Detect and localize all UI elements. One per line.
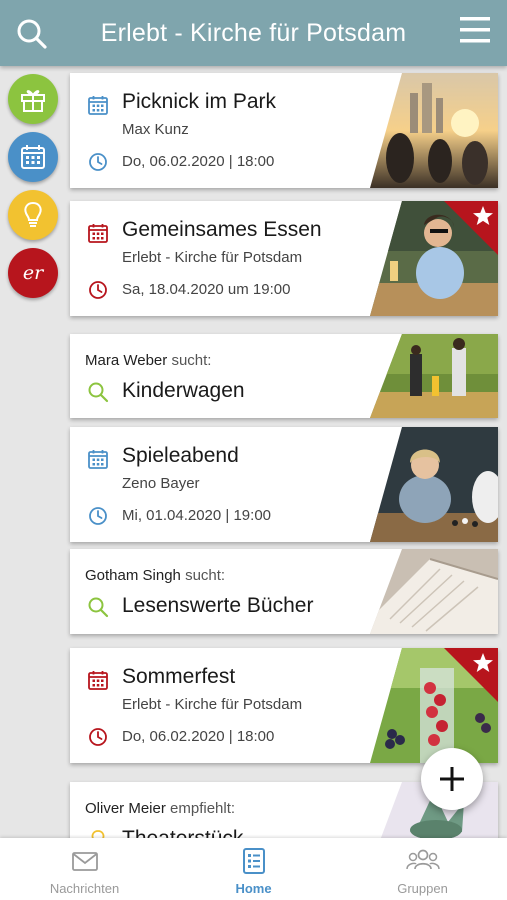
event-organizer: Erlebt - Kirche für Potsdam <box>122 696 303 713</box>
event-date: Sa, 18.04.2020 um 19:00 <box>122 281 291 298</box>
search-card[interactable]: Gotham Singh sucht: Lesenswerte Bücher <box>70 549 498 634</box>
park-family-photo <box>370 334 498 418</box>
filter-ideas-button[interactable] <box>8 190 58 240</box>
tab-label: Nachrichten <box>49 881 120 896</box>
event-card[interactable]: Spieleabend Zeno Bayer Mi, 01.04.2020 | … <box>70 427 498 542</box>
event-date: Do, 06.02.2020 | 18:00 <box>122 728 275 745</box>
star-icon <box>473 653 493 672</box>
author-name: Gotham Singh <box>85 567 181 584</box>
event-title: Gemeinsames Essen <box>122 218 322 241</box>
clock-icon <box>89 507 107 525</box>
clock-icon <box>89 153 107 171</box>
app-title: Erlebt - Kirche für Potsdam <box>100 18 407 47</box>
event-organizer: Erlebt - Kirche für Potsdam <box>122 249 303 266</box>
calendar-icon <box>88 224 108 243</box>
event-date: Do, 06.02.2020 | 18:00 <box>122 153 275 170</box>
tab-home[interactable]: Home <box>169 838 338 900</box>
calendar-icon <box>88 671 108 690</box>
er-logo-icon: er <box>23 262 45 284</box>
event-card[interactable]: Sommerfest Erlebt - Kirche für Potsdam D… <box>70 648 498 763</box>
tab-label: Home <box>235 881 272 896</box>
filter-church-button[interactable]: er <box>8 248 58 298</box>
author-name: Mara Weber <box>85 352 168 369</box>
author-verb: sucht: <box>171 352 212 369</box>
search-title: Lesenswerte Bücher <box>122 594 314 617</box>
author-name: Oliver Meier <box>85 800 166 817</box>
event-title: Sommerfest <box>122 665 236 688</box>
clock-icon <box>89 728 107 746</box>
search-author-line: Gotham Singh sucht: <box>85 567 225 584</box>
event-organizer: Zeno Bayer <box>122 475 200 492</box>
search-author-line: Mara Weber sucht: <box>85 352 211 369</box>
svg-text:er: er <box>23 262 45 284</box>
filter-events-button[interactable] <box>8 132 58 182</box>
search-icon <box>88 597 109 618</box>
mail-icon <box>71 852 98 871</box>
star-icon <box>473 206 493 225</box>
clock-icon <box>89 281 107 299</box>
calendar-icon <box>21 145 45 169</box>
author-verb: sucht: <box>185 567 226 584</box>
author-verb: empfiehlt: <box>170 800 236 817</box>
search-icon[interactable] <box>16 18 48 50</box>
event-title: Spieleabend <box>122 444 239 467</box>
tab-nachrichten[interactable]: Nachrichten <box>0 838 169 900</box>
tab-gruppen[interactable]: Gruppen <box>338 838 507 900</box>
tab-label: Gruppen <box>397 881 448 896</box>
event-card[interactable]: Picknick im Park Max Kunz Do, 06.02.2020… <box>70 73 498 188</box>
bottom-navigation: Nachrichten Home Gruppen <box>0 838 507 900</box>
lightbulb-icon <box>24 201 42 227</box>
event-card[interactable]: Gemeinsames Essen Erlebt - Kirche für Po… <box>70 201 498 316</box>
search-title: Kinderwagen <box>122 379 245 402</box>
search-card[interactable]: Mara Weber sucht: Kinderwagen <box>70 334 498 418</box>
app-header: Erlebt - Kirche für Potsdam <box>0 0 507 66</box>
home-list-icon <box>242 848 265 874</box>
search-icon <box>88 382 109 403</box>
picnic-photo <box>370 73 498 188</box>
calendar-icon <box>88 450 108 469</box>
game-night-photo <box>370 427 498 542</box>
event-title: Picknick im Park <box>122 90 277 113</box>
calendar-icon <box>88 96 108 115</box>
recommend-author-line: Oliver Meier empfiehlt: <box>85 800 235 817</box>
hamburger-menu-icon[interactable] <box>459 15 491 45</box>
gift-icon <box>21 90 45 112</box>
group-icon <box>405 849 440 870</box>
event-date: Mi, 01.04.2020 | 19:00 <box>122 507 272 524</box>
event-organizer: Max Kunz <box>122 121 189 138</box>
filter-gifts-button[interactable] <box>8 74 58 124</box>
book-photo <box>370 549 498 634</box>
add-button[interactable] <box>421 748 483 810</box>
plus-icon <box>440 767 464 791</box>
